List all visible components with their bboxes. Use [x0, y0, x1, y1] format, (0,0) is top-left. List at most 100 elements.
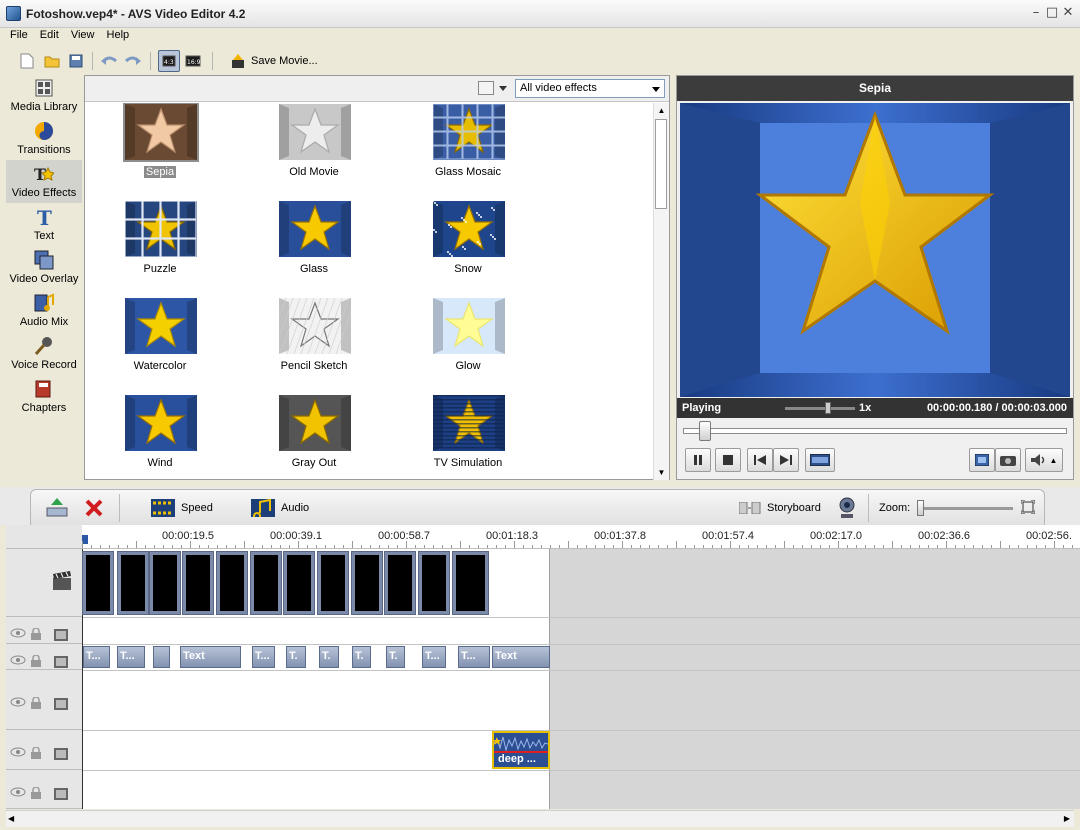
sidebar-item-chapters[interactable]: Chapters	[6, 375, 82, 418]
stop-button[interactable]	[715, 448, 741, 472]
text-clip[interactable]: T...	[117, 646, 145, 668]
snapshot-button[interactable]	[995, 448, 1021, 472]
sidebar-item-media-library[interactable]: Media Library	[6, 74, 82, 117]
text-clip[interactable]: T...	[458, 646, 490, 668]
seek-knob[interactable]	[699, 421, 711, 441]
effects-scroll-thumb[interactable]	[655, 119, 667, 209]
aspect-16-9-icon[interactable]: 16:9	[182, 50, 204, 72]
lock-icon[interactable]	[30, 786, 42, 802]
new-file-icon[interactable]	[16, 50, 38, 72]
video-clip-frame[interactable]	[384, 551, 416, 615]
minimize-icon[interactable]: –	[1029, 6, 1043, 20]
scroll-up-icon[interactable]: ▲	[654, 103, 669, 118]
zoom-slider[interactable]	[919, 507, 1013, 510]
video-clip-frame[interactable]	[317, 551, 349, 615]
previous-frame-button[interactable]	[747, 448, 773, 472]
audio-icon[interactable]	[251, 498, 275, 520]
text-clip[interactable]: T...	[252, 646, 275, 668]
speed-button[interactable]: Speed	[181, 502, 213, 514]
text-clip[interactable]	[153, 646, 170, 668]
sidebar-item-voice-record[interactable]: Voice Record	[6, 332, 82, 375]
aspect-4-3-icon[interactable]: 4:3	[158, 50, 180, 72]
effect-item-glass-mosaic[interactable]: Glass Mosaic	[413, 104, 523, 194]
menu-file[interactable]: File	[10, 29, 28, 41]
audio-button[interactable]: Audio	[281, 502, 309, 514]
scroll-down-icon[interactable]: ▼	[654, 465, 669, 480]
effect-item-old-movie[interactable]: Old Movie	[259, 104, 369, 194]
effect-item-sepia[interactable]: Sepia	[105, 103, 215, 194]
effect-item-glow[interactable]: Glow	[413, 298, 523, 388]
text-clip[interactable]: T.	[386, 646, 405, 668]
save-movie-icon[interactable]	[227, 50, 249, 72]
view-mode-arrow-icon[interactable]	[499, 86, 507, 91]
scroll-left-icon[interactable]: ◀	[8, 814, 14, 823]
zoom-fit-icon[interactable]	[1020, 499, 1036, 517]
video-clip-frame[interactable]	[351, 551, 383, 615]
lock-icon[interactable]	[30, 627, 42, 643]
lock-icon[interactable]	[30, 746, 42, 762]
effect-item-glass[interactable]: Glass	[259, 201, 369, 291]
menu-help[interactable]: Help	[107, 29, 130, 41]
lock-icon[interactable]	[30, 696, 42, 712]
delete-icon[interactable]	[85, 499, 103, 520]
timeline-ruler[interactable]: 00:00:19.5 00:00:39.1 00:00:58.7 00:01:18.3…	[82, 525, 1080, 549]
film-mode-button[interactable]	[805, 448, 835, 472]
fullscreen-button[interactable]	[969, 448, 995, 472]
storyboard-button[interactable]: Storyboard	[767, 502, 821, 514]
zoom-slider-knob[interactable]	[917, 500, 924, 516]
video-clip-frame[interactable]	[452, 551, 489, 615]
text-clip[interactable]: T.	[286, 646, 306, 668]
text-clip[interactable]: T.	[319, 646, 339, 668]
undo-icon[interactable]	[98, 50, 120, 72]
text-clip[interactable]: T...	[422, 646, 446, 668]
sidebar-item-video-effects[interactable]: T Video Effects	[6, 160, 82, 203]
effect-item-watercolor[interactable]: Watercolor	[105, 298, 215, 388]
save-icon[interactable]	[65, 50, 87, 72]
video-clip-frame[interactable]	[216, 551, 248, 615]
sidebar-item-audio-mix[interactable]: Audio Mix	[6, 289, 82, 332]
next-frame-button[interactable]	[773, 448, 799, 472]
sidebar-item-text[interactable]: T Text	[6, 203, 82, 246]
webcam-icon[interactable]	[837, 496, 857, 523]
menu-view[interactable]: View	[71, 29, 95, 41]
eye-icon[interactable]	[10, 628, 26, 641]
effect-item-wind[interactable]: Wind	[105, 395, 215, 479]
video-clip-frame[interactable]	[82, 551, 114, 615]
seek-bar[interactable]	[683, 428, 1067, 434]
speed-icon[interactable]	[151, 499, 175, 520]
text-clip[interactable]: T.	[352, 646, 371, 668]
save-movie-button[interactable]: Save Movie...	[251, 55, 318, 67]
sidebar-item-video-overlay[interactable]: Video Overlay	[6, 246, 82, 289]
video-clip-frame[interactable]	[250, 551, 282, 615]
effect-item-pencil-sketch[interactable]: Pencil Sketch	[259, 298, 369, 388]
effects-filter-select[interactable]: All video effects	[515, 79, 665, 98]
text-clip[interactable]: Text	[180, 646, 241, 668]
effect-item-puzzle[interactable]: Puzzle	[105, 201, 215, 291]
speed-slider[interactable]	[785, 407, 855, 410]
eye-icon[interactable]	[10, 655, 26, 668]
effect-item-tv-simulation[interactable]: TV Simulation	[413, 395, 523, 479]
text-clip[interactable]: Text	[492, 646, 550, 668]
timeline-scrollbar[interactable]: ◀ ▶	[6, 810, 1074, 827]
sidebar-item-transitions[interactable]: Transitions	[6, 117, 82, 160]
scroll-right-icon[interactable]: ▶	[1064, 814, 1070, 823]
effect-item-snow[interactable]: Snow	[413, 201, 523, 291]
open-folder-icon[interactable]	[41, 50, 63, 72]
eye-icon[interactable]	[10, 747, 26, 760]
view-mode-icon[interactable]	[478, 81, 494, 95]
video-clip-frame[interactable]	[149, 551, 181, 615]
volume-button[interactable]: ▲	[1025, 448, 1063, 472]
audio-clip[interactable]: deep ...	[492, 731, 550, 769]
lock-icon[interactable]	[30, 654, 42, 670]
menu-edit[interactable]: Edit	[40, 29, 59, 41]
video-clip-frame[interactable]	[418, 551, 450, 615]
video-clip-frame[interactable]	[182, 551, 214, 615]
storyboard-icon[interactable]	[738, 501, 763, 517]
video-clip-frame[interactable]	[283, 551, 315, 615]
redo-icon[interactable]	[122, 50, 144, 72]
text-clip[interactable]: T...	[83, 646, 110, 668]
insert-clip-icon[interactable]	[45, 498, 69, 521]
maximize-icon[interactable]: □	[1045, 6, 1059, 20]
speed-slider-knob[interactable]	[825, 402, 831, 414]
video-clip-frame[interactable]	[117, 551, 149, 615]
